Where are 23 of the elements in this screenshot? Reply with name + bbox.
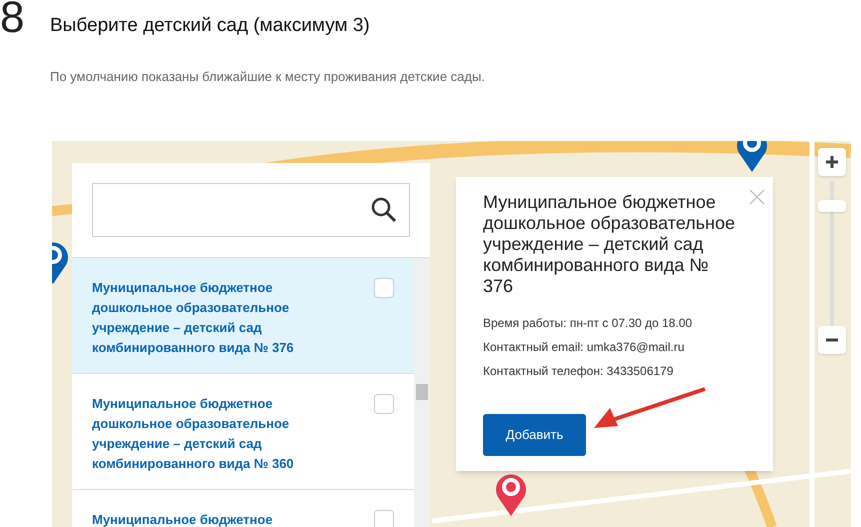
detail-text: Контактный телефон: 3433506179 xyxy=(483,363,674,379)
kindergarten-name: Муниципальное бюджетное xyxy=(92,511,274,527)
detail-text: Время работы: пн-пт с 07.30 до 18.00 xyxy=(483,315,694,331)
checkbox[interactable] xyxy=(374,278,394,298)
zoom-in-button[interactable] xyxy=(818,148,846,176)
add-button[interactable]: Добавить xyxy=(483,414,586,456)
kindergarten-list-item[interactable]: Муниципальное бюджетное дошкольное образовательное учреждение – детский сад комбинированного вида № 376 xyxy=(72,258,414,374)
step-number: 8 xyxy=(0,0,26,40)
plus-icon xyxy=(825,155,839,169)
kindergarten-name: Муниципальное бюджетное дошкольное образовательное учреждение – детский сад комбинированного вида № 360 xyxy=(92,395,295,473)
zoom-slider-handle[interactable] xyxy=(818,200,846,212)
section-title: Выберите детский сад (максимум 3) xyxy=(50,14,370,38)
checkbox[interactable] xyxy=(374,394,394,414)
zoom-out-button[interactable] xyxy=(818,326,846,354)
checkbox[interactable] xyxy=(374,510,394,527)
search-icon xyxy=(371,197,397,223)
scrollbar[interactable] xyxy=(414,258,430,527)
detail-text: Контактный email: umka376@mail.ru xyxy=(483,339,686,355)
search-field[interactable] xyxy=(92,183,410,237)
kindergarten-name: Муниципальное бюджетное дошкольное образовательное учреждение – детский сад комбинированного вида № 376 xyxy=(92,279,295,357)
close-icon[interactable] xyxy=(749,189,765,205)
hint-text: По умолчанию показаны ближайшие к месту проживания детские сады. xyxy=(50,68,486,86)
popup-title: Муниципальное бюджетное дошкольное образовательное учреждение – детский сад комбинированного вида № 376 xyxy=(483,192,736,297)
